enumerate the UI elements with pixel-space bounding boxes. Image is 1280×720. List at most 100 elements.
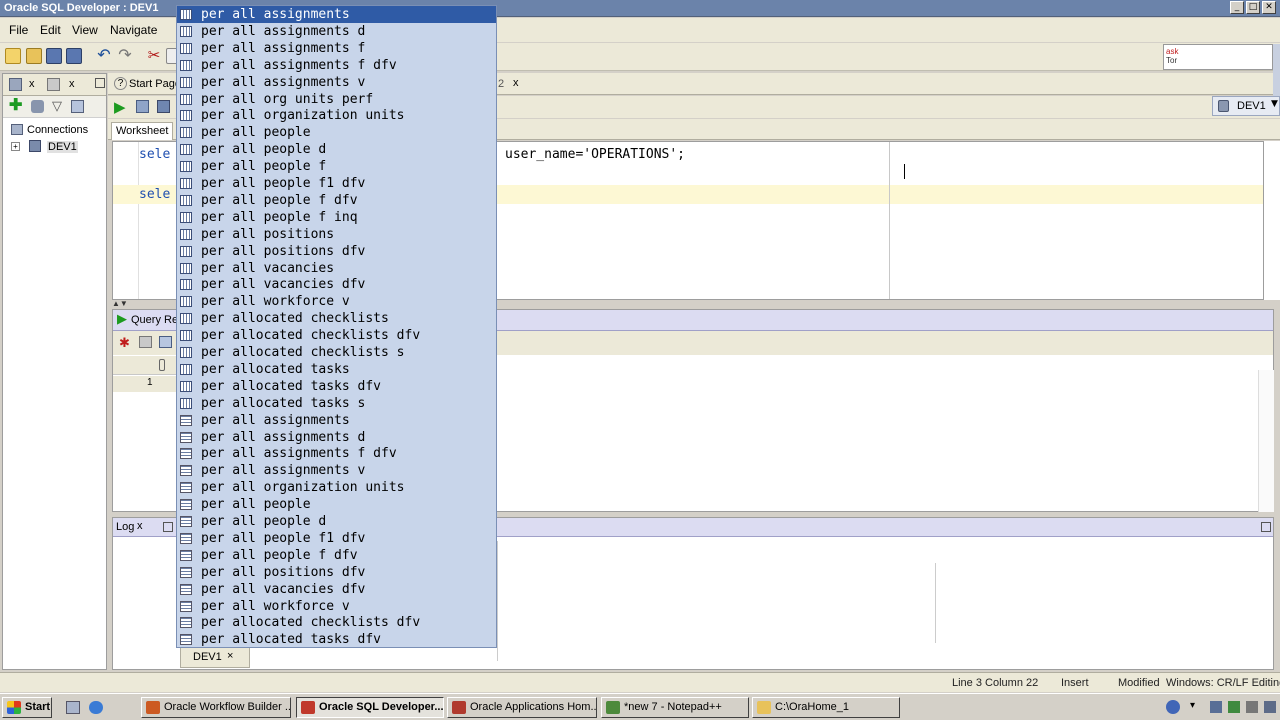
expand-icon[interactable]: + [11, 142, 20, 151]
tab-dev1[interactable]: DEV1 × [180, 648, 250, 668]
autocomplete-item[interactable]: per all workforce v [177, 598, 496, 615]
close-tab-icon[interactable]: x [137, 520, 143, 532]
reports-icon[interactable] [47, 78, 60, 91]
refresh-icon[interactable] [31, 100, 44, 113]
tab-worksheet-2[interactable]: 2 [498, 78, 504, 90]
autocomplete-item[interactable]: per all people f inq [177, 209, 496, 226]
save-all-icon[interactable] [66, 48, 82, 64]
start-button[interactable]: Start [2, 697, 52, 718]
autocomplete-item[interactable]: per all org units perf [177, 91, 496, 108]
save-icon[interactable] [46, 48, 62, 64]
pin-icon[interactable]: ✱ [119, 336, 130, 351]
autocomplete-item[interactable]: per all assignments d [177, 23, 496, 40]
menu-file[interactable]: File [9, 23, 28, 37]
volume-tray-icon[interactable] [1246, 701, 1258, 713]
autocomplete-item[interactable]: per allocated tasks dfv [177, 378, 496, 395]
autocomplete-item[interactable]: per all positions dfv [177, 243, 496, 260]
autocomplete-item[interactable]: per allocated tasks dfv [177, 631, 496, 647]
close-tab-icon[interactable]: x [69, 78, 75, 90]
minimize-panel-icon[interactable] [95, 78, 105, 88]
splitter-arrows-icon[interactable]: ▲▼ [112, 300, 176, 308]
mini-editor[interactable]: ask Tor [1163, 44, 1273, 70]
run-script-icon[interactable] [136, 100, 149, 113]
schema-browser-icon[interactable] [71, 100, 84, 113]
maximize-button[interactable]: □ [1246, 1, 1260, 14]
autocomplete-item[interactable]: per all assignments [177, 6, 496, 23]
autocomplete-item[interactable]: per all people [177, 124, 496, 141]
close-tab-icon[interactable]: x [513, 77, 519, 89]
minimize-panel-icon[interactable] [1261, 522, 1271, 532]
autocomplete-item[interactable]: per all assignments f dfv [177, 445, 496, 462]
tray-app-icon[interactable] [1228, 701, 1240, 713]
filter-icon[interactable]: ▽ [52, 99, 62, 114]
cut-icon[interactable]: ✂ [146, 48, 162, 64]
autocomplete-item[interactable]: per allocated checklists s [177, 344, 496, 361]
help-tray-icon[interactable] [1166, 700, 1180, 714]
taskbar-item[interactable]: *new 7 - Notepad++ [601, 697, 749, 718]
redo-icon[interactable]: ↷ [117, 47, 133, 64]
minimize-button[interactable]: _ [1230, 1, 1244, 14]
close-tab-icon[interactable]: x [29, 78, 35, 90]
autocomplete-item[interactable]: per all vacancies dfv [177, 581, 496, 598]
menu-view[interactable]: View [72, 23, 98, 37]
connections-icon[interactable] [9, 78, 22, 91]
print-icon[interactable] [139, 336, 152, 348]
autocomplete-item[interactable]: per all people f [177, 158, 496, 175]
add-connection-icon[interactable]: ✚ [9, 98, 22, 114]
menu-edit[interactable]: Edit [40, 23, 61, 37]
autocomplete-item[interactable]: per all organization units [177, 107, 496, 124]
minimize-panel-icon[interactable] [163, 522, 173, 532]
network-tray-icon[interactable] [1210, 701, 1222, 713]
autocomplete-item[interactable]: per all positions [177, 226, 496, 243]
tab-worksheet[interactable]: Worksheet [111, 122, 174, 140]
connection-select[interactable]: DEV1 ▼ [1212, 96, 1280, 116]
autocomplete-item[interactable]: per all assignments [177, 412, 496, 429]
commit-icon[interactable] [157, 100, 170, 113]
autocomplete-item[interactable]: per allocated checklists dfv [177, 614, 496, 631]
menu-navigate[interactable]: Navigate [110, 23, 157, 37]
taskbar-item[interactable]: Oracle SQL Developer... [296, 697, 444, 718]
autocomplete-item[interactable]: per all assignments v [177, 74, 496, 91]
autocomplete-popup[interactable]: per all assignments per all assignments d… [176, 5, 497, 648]
autocomplete-item[interactable]: per all people f1 dfv [177, 530, 496, 547]
autocomplete-item[interactable]: per all positions dfv [177, 564, 496, 581]
autocomplete-item[interactable]: per all vacancies dfv [177, 276, 496, 293]
new-icon[interactable] [5, 48, 21, 64]
refresh-icon[interactable] [159, 336, 172, 348]
tray-chevron-icon[interactable]: ▾ [1190, 700, 1195, 711]
autocomplete-item[interactable]: per allocated tasks s [177, 395, 496, 412]
right-scroll-edge[interactable] [1273, 44, 1280, 99]
taskbar-item[interactable]: C:\OraHome_1 [752, 697, 900, 718]
results-scrollbar[interactable] [1258, 370, 1274, 512]
autocomplete-item[interactable]: per all people f1 dfv [177, 175, 496, 192]
tray-app-icon[interactable] [1264, 701, 1276, 713]
autocomplete-item[interactable]: per all vacancies [177, 260, 496, 277]
autocomplete-item[interactable]: per allocated tasks [177, 361, 496, 378]
run-statement-icon[interactable]: ▶ [114, 98, 126, 116]
results-row[interactable]: 1 [113, 376, 176, 392]
connection-dev1[interactable]: DEV1 [47, 141, 78, 153]
close-button[interactable]: ✕ [1262, 1, 1276, 14]
autocomplete-item[interactable]: per all people d [177, 513, 496, 530]
taskbar-item[interactable]: Oracle Applications Hom... [447, 697, 597, 718]
tab-start-page[interactable]: Start Page [129, 78, 181, 90]
connections-label[interactable]: Connections [27, 124, 88, 136]
undo-icon[interactable]: ↶ [96, 47, 112, 64]
autocomplete-item[interactable]: per all people [177, 496, 496, 513]
autocomplete-item[interactable]: per all workforce v [177, 293, 496, 310]
browser-icon[interactable] [89, 701, 103, 714]
tab-log[interactable]: Log [116, 521, 134, 533]
close-tab-icon[interactable]: × [227, 650, 233, 662]
autocomplete-item[interactable]: per allocated checklists [177, 310, 496, 327]
autocomplete-item[interactable]: per all people f dfv [177, 547, 496, 564]
autocomplete-item[interactable]: per all organization units [177, 479, 496, 496]
show-desktop-icon[interactable] [66, 701, 80, 714]
autocomplete-item[interactable]: per all assignments v [177, 462, 496, 479]
autocomplete-item[interactable]: per all assignments f dfv [177, 57, 496, 74]
open-icon[interactable] [26, 48, 42, 64]
autocomplete-item[interactable]: per all people f dfv [177, 192, 496, 209]
tab-query-result[interactable]: Query Re [131, 314, 178, 326]
autocomplete-item[interactable]: per all assignments d [177, 429, 496, 446]
autocomplete-item[interactable]: per all assignments f [177, 40, 496, 57]
autocomplete-item[interactable]: per allocated checklists dfv [177, 327, 496, 344]
